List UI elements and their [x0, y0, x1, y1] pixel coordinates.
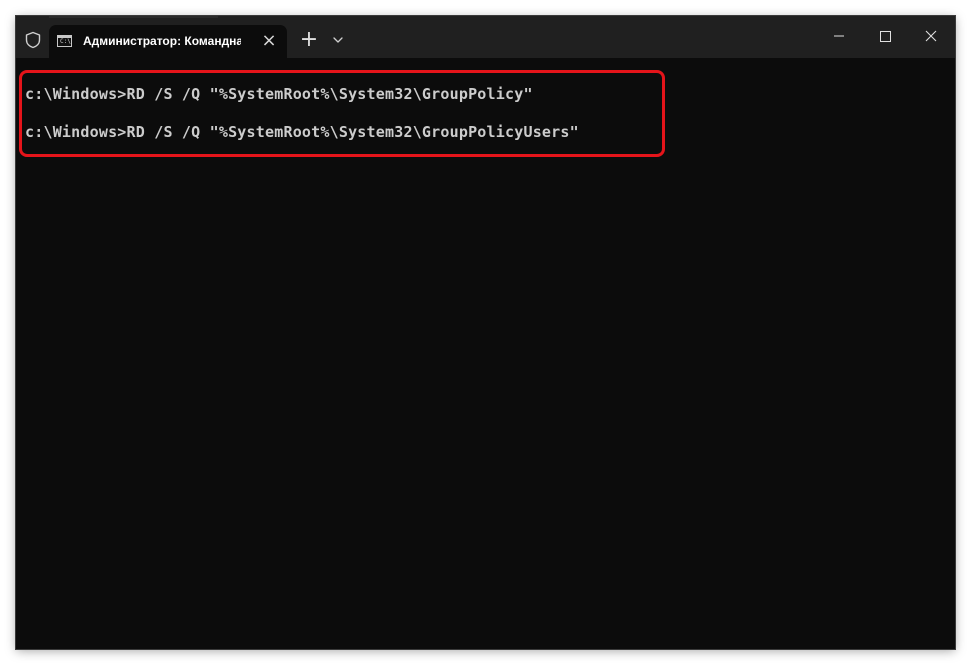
close-window-icon[interactable] — [908, 16, 954, 56]
tab-strip-accent — [49, 16, 218, 18]
highlight-box — [19, 70, 665, 157]
maximize-icon[interactable] — [862, 16, 908, 56]
cmd-icon: C:\ — [57, 35, 72, 47]
minimize-icon[interactable] — [816, 16, 862, 56]
terminal-output[interactable]: c:\Windows>RD /S /Q "%SystemRoot%\System… — [16, 58, 955, 649]
title-bar[interactable]: C:\ Администратор: Командная строка × + — [16, 16, 955, 58]
terminal-window: C:\ Администратор: Командная строка × + … — [16, 16, 955, 649]
shield-icon — [25, 31, 41, 49]
tab-title: Администратор: Командная строка — [83, 34, 241, 48]
tab-command-prompt[interactable]: C:\ Администратор: Командная строка × — [49, 25, 287, 58]
chevron-down-icon[interactable] — [328, 30, 348, 50]
cmd-icon-text: C:\ — [60, 38, 71, 45]
close-icon[interactable]: × — [259, 31, 279, 51]
new-tab-button[interactable]: + — [297, 28, 321, 52]
